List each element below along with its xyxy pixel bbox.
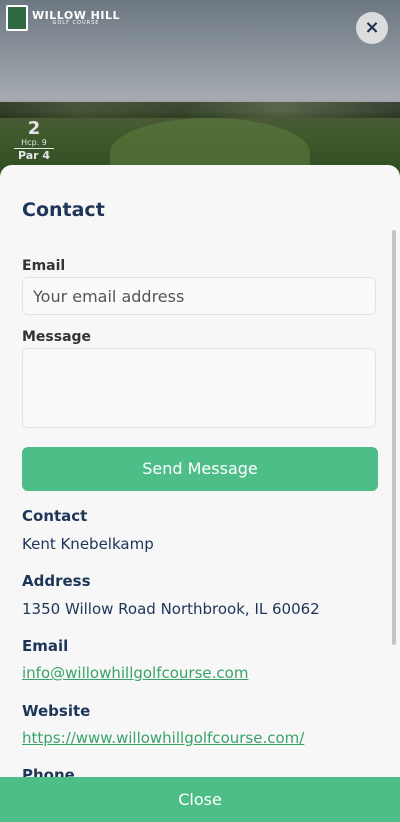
logo-icon — [6, 5, 28, 31]
close-button[interactable]: Close — [0, 777, 400, 822]
hole-handicap: Hcp. 9 — [14, 138, 54, 149]
message-label: Message — [22, 329, 92, 345]
tree-line — [0, 102, 400, 118]
address-value: 1350 Willow Road Northbrook, IL 60062 — [22, 600, 320, 618]
close-icon[interactable]: × — [356, 12, 388, 44]
hole-par: Par 4 — [17, 149, 51, 162]
course-logo: WILLOW HILL GOLF COURSE — [6, 5, 120, 31]
page-title: Contact — [22, 199, 105, 221]
email-label: Email — [22, 258, 66, 274]
message-field[interactable] — [22, 348, 376, 428]
send-message-button[interactable]: Send Message — [22, 447, 378, 491]
contact-sheet: Contact Email Your email address Message… — [0, 165, 400, 822]
contact-value: Kent Knebelkamp — [22, 535, 154, 553]
hole-number: 2 — [27, 118, 41, 139]
email-field[interactable]: Your email address — [22, 277, 376, 315]
email-heading: Email — [22, 637, 69, 655]
contact-heading: Contact — [22, 507, 88, 525]
course-hero-image: WILLOW HILL GOLF COURSE × 2 Hcp. 9 Par 4 — [0, 0, 400, 180]
website-heading: Website — [22, 702, 91, 720]
website-link[interactable]: https://www.willowhillgolfcourse.com/ — [22, 729, 304, 747]
hole-info: 2 Hcp. 9 Par 4 — [14, 120, 54, 162]
address-heading: Address — [22, 572, 91, 590]
scrollbar[interactable] — [392, 230, 396, 645]
email-link[interactable]: info@willowhillgolfcourse.com — [22, 664, 248, 682]
